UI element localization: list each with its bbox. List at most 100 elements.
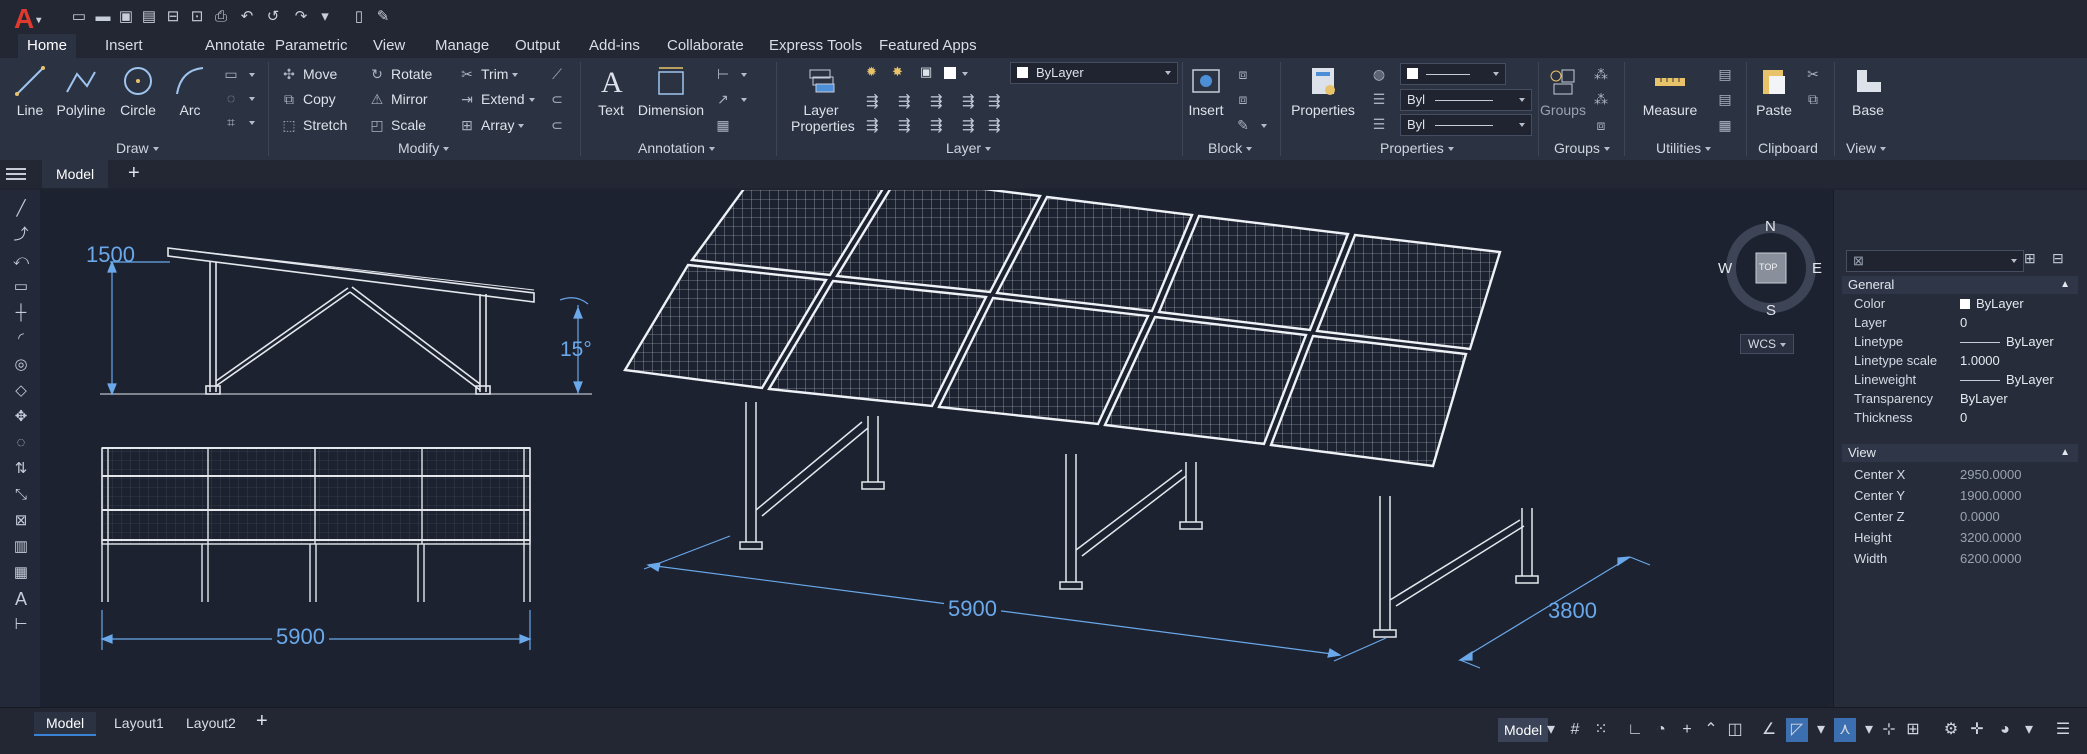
- linetype-icon-button[interactable]: ☰: [1370, 88, 1393, 110]
- compass-west[interactable]: W: [1718, 260, 1732, 277]
- tab-view[interactable]: View: [364, 34, 414, 58]
- select-objects-icon[interactable]: ⊟: [2052, 250, 2064, 267]
- region-tool-icon[interactable]: ▦: [12, 564, 30, 582]
- gradient-button[interactable]: ⌗: [222, 111, 255, 133]
- linear-dim-button[interactable]: ⊢: [714, 63, 747, 85]
- compass-east[interactable]: E: [1812, 260, 1822, 277]
- insert-tool-icon[interactable]: ⇅: [12, 460, 30, 478]
- groups-panel-label[interactable]: Groups: [1554, 140, 1610, 156]
- viewcube-face[interactable]: TOP: [1759, 262, 1777, 272]
- tab-home[interactable]: Home: [18, 34, 77, 60]
- block-panel-label[interactable]: Block: [1208, 140, 1253, 156]
- arc-tool-icon[interactable]: ◜: [12, 330, 30, 348]
- revcloud-tool-icon[interactable]: ◇: [12, 382, 30, 400]
- ortho-icon[interactable]: ∟: [1624, 718, 1646, 742]
- properties-panel-label[interactable]: Properties: [1380, 140, 1454, 156]
- model-dropdown-icon[interactable]: ▾: [1540, 718, 1562, 742]
- layer-walk-icon[interactable]: ⇶: [988, 92, 1001, 110]
- linetype-dropdown[interactable]: Byl: [1400, 89, 1532, 111]
- selection-cycling-icon[interactable]: ▾: [1810, 718, 1832, 742]
- copy-button[interactable]: ⧉ Copy: [280, 88, 336, 110]
- menu-icon[interactable]: [6, 166, 26, 182]
- annotation-dropdown-icon[interactable]: ▾: [1858, 718, 1880, 742]
- units-icon[interactable]: ⊞: [1902, 718, 1924, 742]
- tab-featured-apps[interactable]: Featured Apps: [870, 34, 986, 58]
- ungroup-button[interactable]: ⁂: [1592, 63, 1615, 85]
- measure-tool-icon[interactable]: ⊢: [12, 616, 30, 634]
- quick-select-palette-icon[interactable]: ⊞: [2024, 250, 2036, 267]
- color-swatch-icon[interactable]: [944, 67, 956, 79]
- layout-tab-layout1[interactable]: Layout1: [102, 712, 176, 734]
- lineweight-toggle-icon[interactable]: ∠: [1758, 718, 1780, 742]
- hardware-accel-icon[interactable]: ◕: [1994, 718, 2016, 742]
- base-view-button[interactable]: Base: [1846, 64, 1890, 118]
- undo-dropdown-icon[interactable]: ↺: [262, 6, 284, 28]
- tab-express-tools[interactable]: Express Tools: [760, 34, 871, 58]
- prop-linetype[interactable]: Linetype ByLayer: [1842, 332, 2078, 351]
- isodraft-icon[interactable]: +: [1676, 718, 1698, 742]
- viewcube[interactable]: TOP N S E W: [1716, 218, 1826, 319]
- ellipse-tool-icon[interactable]: ◌: [12, 434, 30, 452]
- object-tracking-icon[interactable]: ⌃: [1700, 718, 1722, 742]
- compass-north[interactable]: N: [1765, 218, 1776, 235]
- customization-menu-icon[interactable]: ☰: [2052, 718, 2074, 742]
- object-type-dropdown[interactable]: ⊠: [1846, 250, 2024, 272]
- layer-unlock-icon[interactable]: ⇶: [962, 116, 975, 134]
- layer-match-icon[interactable]: ⇶: [866, 92, 879, 110]
- trim-button[interactable]: ✂ Trim: [458, 63, 519, 85]
- tab-output[interactable]: Output: [506, 34, 569, 58]
- clean-screen-dropdown-icon[interactable]: ▾: [2018, 718, 2040, 742]
- file-tab-model[interactable]: Model: [42, 160, 109, 188]
- prop-transparency[interactable]: Transparency ByLayer: [1842, 389, 2078, 408]
- open-icon[interactable]: ▬: [92, 6, 114, 28]
- layer-freeze-icon[interactable]: ⇶: [866, 116, 879, 134]
- draw-panel-label[interactable]: Draw: [116, 140, 159, 156]
- osnap-icon[interactable]: ◫: [1724, 718, 1746, 742]
- paste-button[interactable]: Paste: [1752, 64, 1796, 118]
- redo-icon[interactable]: ↷: [290, 6, 312, 28]
- save-as-icon[interactable]: ▤: [138, 6, 160, 28]
- polyline-tool-icon[interactable]: ⤴: [12, 226, 30, 244]
- fillet-button[interactable]: ⟋: [548, 63, 571, 85]
- layer-properties-button[interactable]: Layer Properties: [784, 64, 858, 134]
- save-web-icon[interactable]: ⊡: [186, 6, 208, 28]
- pen-icon[interactable]: ✎: [372, 6, 394, 28]
- text-button[interactable]: A Text: [590, 64, 632, 118]
- layer-unisolate-icon[interactable]: ⇶: [962, 92, 975, 110]
- line-button[interactable]: Line: [10, 64, 50, 118]
- prop-color[interactable]: Color ByLayer: [1842, 294, 2078, 313]
- scale-button[interactable]: ◰ Scale: [368, 114, 426, 136]
- lineweight-dropdown[interactable]: Byl: [1400, 114, 1532, 136]
- tab-add-ins[interactable]: Add-ins: [580, 34, 649, 58]
- insert-button[interactable]: Insert: [1186, 64, 1226, 118]
- stretch-button[interactable]: ⬚ Stretch: [280, 114, 347, 136]
- grid-icon[interactable]: #: [1564, 718, 1586, 742]
- tab-annotate[interactable]: Annotate: [196, 34, 274, 58]
- layout-tab-layout2[interactable]: Layout2: [174, 712, 248, 734]
- snap-icon[interactable]: ⁙: [1590, 718, 1612, 742]
- copy-clip-button[interactable]: ⧉: [1804, 88, 1827, 110]
- general-section-header[interactable]: General ▲: [1842, 276, 2078, 294]
- prop-layer[interactable]: Layer 0: [1842, 313, 2078, 332]
- view-section-header[interactable]: View ▲: [1842, 444, 2078, 462]
- workspace-icon[interactable]: ⊹: [1878, 718, 1900, 742]
- array-button[interactable]: ⊞ Array: [458, 114, 525, 136]
- measure-button[interactable]: Measure: [1636, 64, 1704, 118]
- block-tool-icon[interactable]: ⤡: [12, 486, 30, 504]
- rectangle-button[interactable]: ▭: [222, 63, 255, 85]
- polar-icon[interactable]: ◔: [1650, 718, 1672, 742]
- leader-button[interactable]: ↗: [714, 88, 747, 110]
- bulb-icon[interactable]: ✹: [866, 64, 877, 80]
- calculator-button[interactable]: ▦: [1716, 114, 1739, 136]
- layer-lock-icon[interactable]: ⇶: [930, 116, 943, 134]
- lineweight-icon-button[interactable]: ☰: [1370, 113, 1393, 135]
- tab-parametric[interactable]: Parametric: [266, 34, 357, 58]
- prop-lineweight[interactable]: Lineweight ByLayer: [1842, 370, 2078, 389]
- app-menu-button[interactable]: A ▾: [14, 3, 41, 35]
- table-button[interactable]: ▦: [714, 114, 737, 136]
- properties-button[interactable]: Properties: [1290, 64, 1356, 118]
- new-tab-plus-icon[interactable]: +: [128, 162, 140, 185]
- polygon-tool-icon[interactable]: ⤺: [12, 252, 30, 270]
- group-edit-button[interactable]: ⁂: [1592, 88, 1615, 110]
- edit-block-button[interactable]: ⧈: [1234, 88, 1257, 110]
